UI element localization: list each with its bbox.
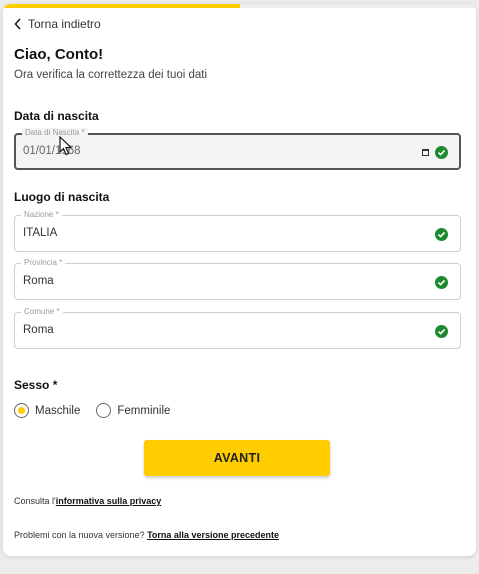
check-circle-icon: [435, 146, 448, 159]
back-link[interactable]: Torna indietro: [14, 17, 101, 31]
version-prefix: Problemi con la nuova versione?: [14, 530, 145, 540]
comune-field[interactable]: Comune * Roma: [14, 307, 461, 349]
gender-section-label: Sesso *: [14, 378, 58, 392]
previous-version-link[interactable]: Torna alla versione precedente: [147, 530, 279, 540]
nazione-field[interactable]: Nazione * ITALIA: [14, 210, 461, 252]
gender-option-label: Femminile: [117, 404, 171, 417]
check-circle-icon: [435, 325, 448, 338]
nazione-value: ITALIA: [23, 227, 58, 239]
birth-place-section-label: Luogo di nascita: [14, 190, 110, 204]
gender-option-label: Maschile: [35, 404, 81, 417]
provincia-field-label: Provincia *: [21, 258, 66, 268]
chevron-left-icon: [14, 18, 21, 30]
page-subtitle: Ora verifica la correttezza dei tuoi dat…: [14, 69, 208, 81]
version-line: Problemi con la nuova versione? Torna al…: [14, 530, 279, 540]
gender-option-maschile[interactable]: Maschile: [14, 403, 80, 418]
next-button[interactable]: AVANTI: [144, 440, 330, 476]
calendar-icon[interactable]: [422, 149, 429, 156]
nazione-field-label: Nazione *: [21, 210, 62, 220]
comune-value: Roma: [23, 324, 54, 336]
progress-bar: [3, 4, 476, 8]
mouse-cursor-icon: [59, 136, 73, 156]
comune-field-label: Comune *: [21, 307, 63, 317]
radio-unchecked-icon[interactable]: [96, 403, 112, 418]
birth-date-section-label: Data di nascita: [14, 109, 99, 123]
form-card: Torna indietro Ciao, Conto! Ora verifica…: [3, 4, 476, 556]
privacy-prefix: Consulta l': [14, 496, 56, 506]
privacy-link[interactable]: informativa sulla privacy: [56, 496, 162, 506]
check-circle-icon: [435, 276, 448, 289]
privacy-line: Consulta l'informativa sulla privacy: [14, 496, 161, 506]
gender-radio-group: Maschile Femminile: [14, 403, 186, 418]
gender-option-femminile[interactable]: Femminile: [96, 403, 170, 418]
progress-fill: [3, 4, 240, 8]
back-link-label: Torna indietro: [28, 17, 101, 31]
check-circle-icon: [435, 228, 448, 241]
birth-date-field[interactable]: Data di Nascita * 01/01/1968: [14, 128, 461, 170]
birth-date-field-label: Data di Nascita *: [22, 128, 88, 138]
page-title: Ciao, Conto!: [14, 46, 104, 63]
radio-checked-icon[interactable]: [14, 403, 29, 418]
provincia-field[interactable]: Provincia * Roma: [14, 258, 461, 300]
provincia-value: Roma: [23, 275, 54, 287]
